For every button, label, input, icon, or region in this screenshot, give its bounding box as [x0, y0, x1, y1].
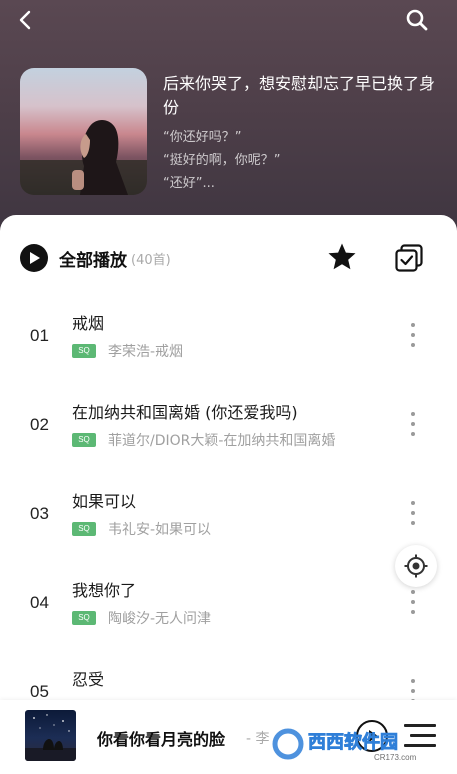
song-subtitle: 李荣浩-戒烟 [108, 344, 184, 360]
star-icon [328, 243, 356, 270]
playlist-icon [404, 744, 436, 747]
more-options-button[interactable] [406, 321, 420, 349]
song-title: 我想你了 [72, 581, 137, 600]
playlist-header: 后来你哭了，想安慰却忘了早已换了身份 “你还好吗？” “挺好的啊，你呢？” “还… [0, 0, 457, 240]
playlist-description: 后来你哭了，想安慰却忘了早已换了身份 “你还好吗？” “挺好的啊，你呢？” “还… [163, 72, 441, 195]
song-subtitle: 菲道尔/DIOR大颖-在加纳共和国离婚 [108, 433, 336, 449]
song-title: 如果可以 [72, 492, 137, 511]
play-all-button[interactable]: 全部播放 (40首) [20, 244, 171, 272]
dot [411, 521, 415, 525]
cover-image [20, 120, 147, 195]
play-all-label: 全部播放 [59, 250, 127, 271]
more-options-button[interactable] [406, 410, 420, 438]
sq-badge: SQ [72, 522, 96, 536]
search-icon [406, 9, 428, 31]
favorite-button[interactable] [326, 241, 358, 273]
dot [411, 412, 415, 416]
description-line: “还好”... [163, 176, 215, 191]
dot [411, 610, 415, 614]
description-line: “你还好吗？” [163, 130, 242, 145]
more-options-button[interactable] [406, 588, 420, 616]
play-icon [20, 244, 48, 272]
mini-player-cover[interactable] [25, 710, 76, 761]
more-options-button[interactable] [406, 499, 420, 527]
dot [411, 590, 415, 594]
play-icon [369, 730, 378, 742]
song-row[interactable]: 03 如果可以 SQ 韦礼安-如果可以 [0, 470, 457, 559]
multi-select-icon [395, 244, 423, 272]
search-button[interactable] [399, 2, 435, 38]
dot [411, 501, 415, 505]
playlist-icon [404, 724, 436, 727]
dot [411, 432, 415, 436]
song-subtitle: 韦礼安-如果可以 [108, 522, 212, 538]
song-row[interactable]: 01 戒烟 SQ 李荣浩-戒烟 [0, 292, 457, 381]
song-title: 戒烟 [72, 314, 105, 333]
dot [411, 422, 415, 426]
dot [411, 343, 415, 347]
song-list: 01 戒烟 SQ 李荣浩-戒烟 02 在加纳共和国离婚 (你还爱我吗) SQ 菲… [0, 292, 457, 737]
playlist-icon [410, 734, 436, 737]
back-button[interactable] [8, 2, 44, 38]
playlist-cover[interactable] [20, 68, 147, 195]
now-playing-title: 你看你看月亮的脸 [97, 730, 226, 749]
song-subtitle: 陶峻汐-无人问津 [108, 611, 212, 627]
song-index: 03 [30, 504, 49, 523]
description-line: “挺好的啊，你呢？” [163, 153, 281, 168]
sq-badge: SQ [72, 433, 96, 447]
dot [411, 689, 415, 693]
playlist-title: 后来你哭了，想安慰却忘了早已换了身份 [163, 74, 436, 117]
mini-play-button[interactable] [356, 720, 388, 752]
song-index: 02 [30, 415, 49, 434]
locate-current-song-button[interactable] [395, 545, 437, 587]
dot [411, 600, 415, 604]
song-count: (40首) [131, 252, 171, 268]
dot [411, 323, 415, 327]
dot [411, 679, 415, 683]
cover-image [25, 714, 76, 761]
song-panel: 全部播放 (40首) 01 戒烟 SQ 李荣浩-戒烟 02 在加纳共和国离婚 ( [0, 215, 457, 774]
song-index: 01 [30, 326, 49, 345]
dot [411, 333, 415, 337]
multi-select-button[interactable] [393, 242, 425, 274]
mini-player[interactable]: 你看你看月亮的脸 - 李 [0, 700, 457, 774]
back-arrow-icon [19, 10, 31, 30]
sq-badge: SQ [72, 611, 96, 625]
song-title: 忍受 [72, 670, 105, 689]
locate-icon [404, 554, 428, 578]
now-playing-artist: - 李 [246, 731, 270, 747]
song-title: 在加纳共和国离婚 (你还爱我吗) [72, 403, 298, 422]
song-row[interactable]: 02 在加纳共和国离婚 (你还爱我吗) SQ 菲道尔/DIOR大颖-在加纳共和国… [0, 381, 457, 470]
song-row[interactable]: 04 我想你了 SQ 陶峻汐-无人问津 [0, 559, 457, 648]
dot [411, 511, 415, 515]
song-index: 05 [30, 682, 49, 701]
sq-badge: SQ [72, 344, 96, 358]
song-index: 04 [30, 593, 49, 612]
playlist-queue-button[interactable] [404, 722, 436, 750]
